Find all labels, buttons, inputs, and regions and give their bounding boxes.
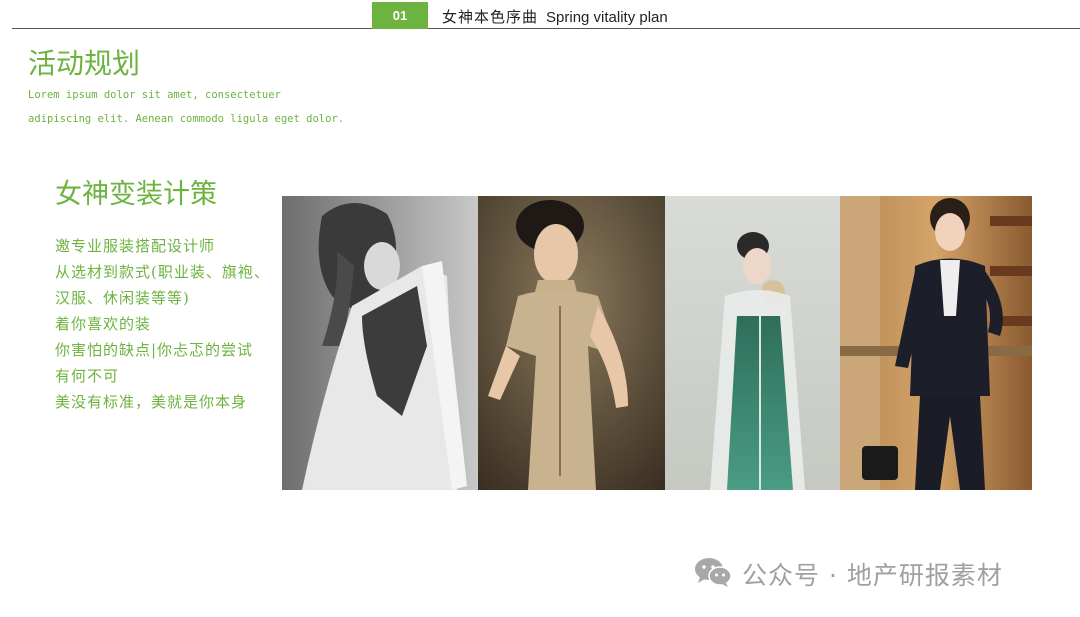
intro-text-line-2: adipiscing elit. Aenean commodo ligula e… <box>28 113 345 125</box>
section-description: 邀专业服装搭配设计师 从选材到款式(职业装、旗袍、 汉服、休闲装等等) 着你喜欢… <box>55 233 270 415</box>
header-title-en: Spring vitality plan <box>546 9 668 26</box>
page-number-badge: 01 <box>372 2 428 29</box>
watermark: 公众号 · 地产研报素材 <box>694 556 1003 592</box>
watermark-text: 公众号 · 地产研报素材 <box>742 561 1003 590</box>
section-title: 女神变装计策 <box>55 179 217 210</box>
intro-text-line-1: Lorem ipsum dolor sit amet, consectetuer <box>28 89 281 101</box>
page-title: 活动规划 <box>28 47 141 80</box>
photo-strip <box>282 196 1032 490</box>
wechat-icon <box>694 556 732 592</box>
photo-hanfu <box>665 196 840 490</box>
photo-white-dress <box>282 196 478 490</box>
header-title-cn: 女神本色序曲 <box>442 8 539 26</box>
description-line: 着你喜欢的装 <box>55 315 152 333</box>
description-line: 从选材到款式(职业装、旗袍、 <box>55 263 270 281</box>
description-line: 美没有标准，美就是你本身 <box>55 393 248 411</box>
photo-business-suit <box>840 196 1032 490</box>
header-title: 女神本色序曲 Spring vitality plan <box>442 6 668 27</box>
description-line: 汉服、休闲装等等) <box>55 289 190 307</box>
description-line: 邀专业服装搭配设计师 <box>55 237 216 255</box>
description-line: 你害怕的缺点|你忐忑的尝试 <box>55 341 254 359</box>
photo-qipao <box>478 196 665 490</box>
header-rule <box>12 28 1080 29</box>
description-line: 有何不可 <box>55 367 120 385</box>
